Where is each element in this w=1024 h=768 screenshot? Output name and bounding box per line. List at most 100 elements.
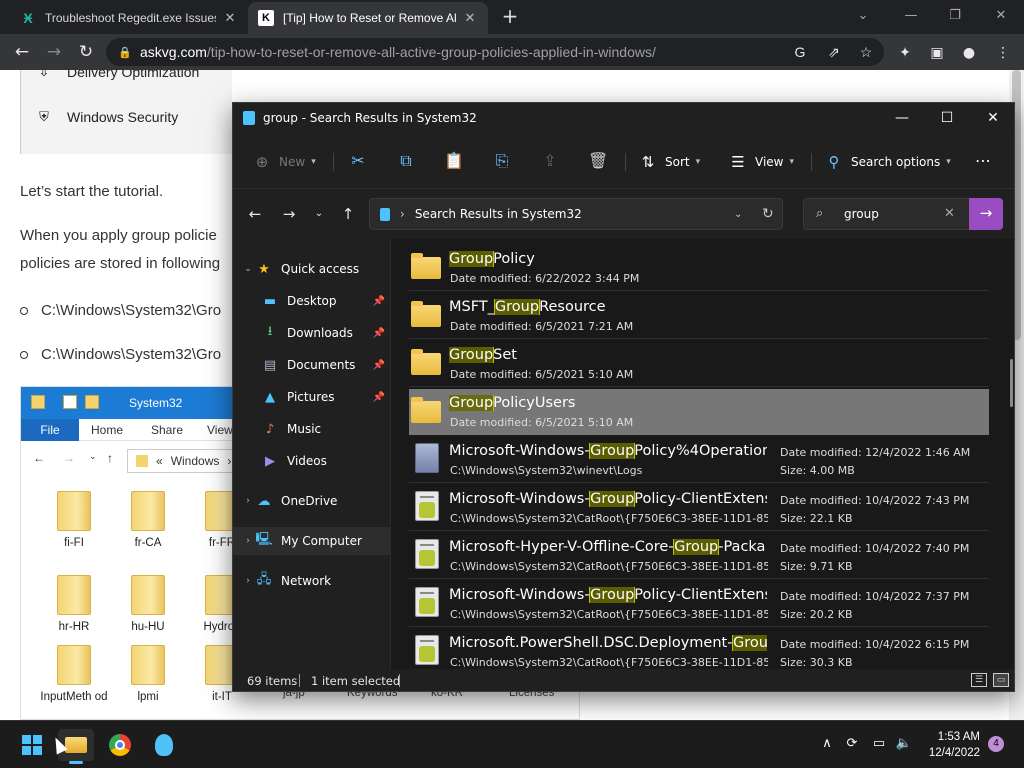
chevron-right-icon: › [227, 454, 232, 468]
more-options-icon[interactable]: ⋯ [973, 151, 993, 171]
delete-icon[interactable]: 🗑 [588, 151, 608, 171]
nav-onedrive[interactable]: › ☁ OneDrive [233, 487, 391, 515]
maximize-button[interactable]: ☐ [932, 108, 962, 128]
shield-icon: ⛨ [39, 109, 49, 124]
up-button[interactable]: ↑ [338, 204, 358, 224]
nav-item-downloads[interactable]: ⭳ Downloads 📌 [233, 319, 391, 347]
profile-icon[interactable]: ● [960, 44, 978, 62]
extensions-icon[interactable]: ✦ [896, 44, 914, 62]
forward-button[interactable]: → [44, 42, 64, 62]
share-icon[interactable]: ⇗ [824, 42, 844, 62]
navigation-pane: ⌄ ★ Quick access ▬ Desktop 📌 ⭳ Downloads 📌 ▤… [233, 239, 391, 669]
minimize-button[interactable]: — [898, 6, 924, 26]
sync-icon[interactable]: ⟳ [843, 735, 861, 753]
nav-network[interactable]: › 🖧 Network [233, 567, 391, 595]
result-row[interactable]: GroupPolicyUsers Date modified: 6/5/2021 … [409, 389, 989, 435]
nav-quick-access[interactable]: ⌄ ★ Quick access [233, 255, 391, 283]
copy-icon[interactable]: ⧉ [396, 151, 416, 171]
address-bar[interactable]: 🔒 askvg.com/tip-how-to-reset-or-remove-a… [106, 38, 884, 66]
article-bullet: C:\Windows\System32\Gro [20, 346, 221, 363]
restore-button[interactable]: ❐ [942, 6, 968, 26]
show-hidden-icons-icon[interactable]: ∧ [818, 735, 836, 753]
nav-item-music[interactable]: ♪ Music [233, 415, 391, 443]
forward-button[interactable]: → [279, 204, 299, 224]
nav-item-desktop[interactable]: ▬ Desktop 📌 [233, 287, 391, 315]
result-row[interactable]: Microsoft.PowerShell.DSC.Deployment-Grou… [409, 629, 989, 669]
new-tab-button[interactable]: + [500, 6, 520, 27]
taskbar-chrome[interactable] [102, 729, 138, 761]
result-row[interactable]: Microsoft-Hyper-V-Offline-Core-Group-Pac… [409, 533, 989, 579]
nav-item-pictures[interactable]: ▲ Pictures 📌 [233, 383, 391, 411]
display-icon[interactable]: ▭ [870, 735, 888, 753]
browser-tab-1[interactable]: Ӿ Troubleshoot Regedit.exe Issues | ✕ [10, 2, 248, 34]
result-row[interactable]: Microsoft-Windows-GroupPolicy-ClientExte… [409, 581, 989, 627]
close-button[interactable]: ✕ [978, 108, 1008, 128]
chevron-right-icon: › [400, 207, 405, 221]
refresh-icon[interactable]: ↻ [762, 206, 774, 222]
chevron-down-icon[interactable]: ⌄ [734, 209, 742, 220]
close-tab-icon[interactable]: ✕ [222, 10, 238, 26]
notification-badge[interactable]: 4 [988, 736, 1004, 752]
nav-item-videos[interactable]: ▶ Videos [233, 447, 391, 475]
clock[interactable]: 1:53 AM 12/4/2022 [926, 729, 980, 761]
tab-search-icon[interactable]: ⌄ [850, 6, 876, 26]
ribbon-tab-file: File [21, 419, 79, 441]
volume-icon[interactable]: 🔈 [895, 735, 913, 753]
result-row[interactable]: GroupPolicy Date modified: 6/22/2022 3:44… [409, 245, 989, 291]
list-scrollbar[interactable] [1010, 359, 1013, 407]
result-row[interactable]: Microsoft-Windows-GroupPolicy-ClientExte… [409, 485, 989, 531]
nav-label: Desktop [287, 294, 337, 308]
search-input[interactable]: group [844, 207, 879, 221]
delivery-icon: ⇩ [38, 70, 50, 79]
tab-title: Troubleshoot Regedit.exe Issues | [45, 11, 216, 25]
nav-label: Quick access [281, 262, 360, 276]
address-bar[interactable]: › Search Results in System32 ⌄ ↻ [369, 198, 783, 230]
network-icon: 🖧 [256, 572, 272, 587]
back-button[interactable]: ← [12, 42, 32, 62]
menu-icon[interactable]: ⋮ [994, 44, 1012, 62]
url-path: /tip-how-to-reset-or-remove-all-active-g… [206, 44, 656, 60]
chevron-down-icon: ▾ [789, 157, 795, 167]
side-panel-icon[interactable]: ▣ [928, 44, 946, 62]
result-row[interactable]: Microsoft-Windows-GroupPolicy%4Operation… [409, 437, 989, 483]
result-row[interactable]: GroupSet Date modified: 6/5/2021 5:10 AM [409, 341, 989, 387]
bookmark-star-icon[interactable]: ☆ [856, 42, 876, 62]
new-button[interactable]: ⊕ New ▾ [253, 152, 316, 172]
address-text: Search Results in System32 [414, 207, 582, 221]
taskbar-tips[interactable] [146, 729, 182, 761]
close-window-button[interactable]: ✕ [988, 6, 1014, 26]
cut-icon[interactable]: ✂ [348, 151, 368, 171]
separator [299, 674, 300, 687]
result-name: Microsoft-Windows-GroupPolicy-ClientExte… [449, 491, 767, 507]
cloud-icon: ☁ [257, 493, 271, 509]
share-icon[interactable]: ⇪ [540, 151, 560, 171]
clear-search-icon[interactable]: ✕ [944, 206, 955, 221]
reload-button[interactable]: ↻ [76, 42, 96, 62]
url-host: askvg.com [140, 44, 207, 60]
result-row[interactable]: MSFT_GroupResource Date modified: 6/5/202… [409, 293, 989, 339]
start-button[interactable] [14, 729, 50, 761]
google-lens-icon[interactable]: G [790, 42, 810, 62]
nav-my-computer[interactable]: › 🖳 My Computer [233, 527, 391, 555]
chevron-down-icon[interactable]: ⌄ [241, 264, 255, 274]
paste-icon[interactable]: 📋 [444, 151, 464, 171]
search-options-button[interactable]: ⚲ Search options ▾ [825, 152, 951, 172]
minimize-button[interactable]: — [887, 108, 917, 128]
sort-button[interactable]: ⇅ Sort ▾ [639, 152, 700, 172]
rename-icon[interactable]: ⎘ [492, 151, 512, 171]
back-button[interactable]: ← [245, 204, 265, 224]
browser-tab-2[interactable]: K [Tip] How to Reset or Remove All ✕ [248, 2, 488, 34]
status-bar: 69 items 1 item selected ☰ ▭ [233, 669, 1014, 691]
tiles-view-icon[interactable]: ▭ [993, 673, 1009, 687]
settings-item-label: Delivery Optimization [67, 70, 200, 80]
close-tab-icon[interactable]: ✕ [462, 10, 478, 26]
view-button[interactable]: ☰ View ▾ [729, 152, 794, 172]
chevron-right-icon[interactable]: › [241, 496, 255, 506]
search-box[interactable]: ⌕ group ✕ → [803, 198, 1003, 230]
chevron-right-icon[interactable]: › [241, 536, 255, 546]
search-go-button[interactable]: → [969, 198, 1003, 230]
chevron-right-icon[interactable]: › [241, 576, 255, 586]
details-view-icon[interactable]: ☰ [971, 673, 987, 687]
recent-locations-button[interactable]: ⌄ [309, 204, 329, 224]
nav-item-documents[interactable]: ▤ Documents 📌 [233, 351, 391, 379]
